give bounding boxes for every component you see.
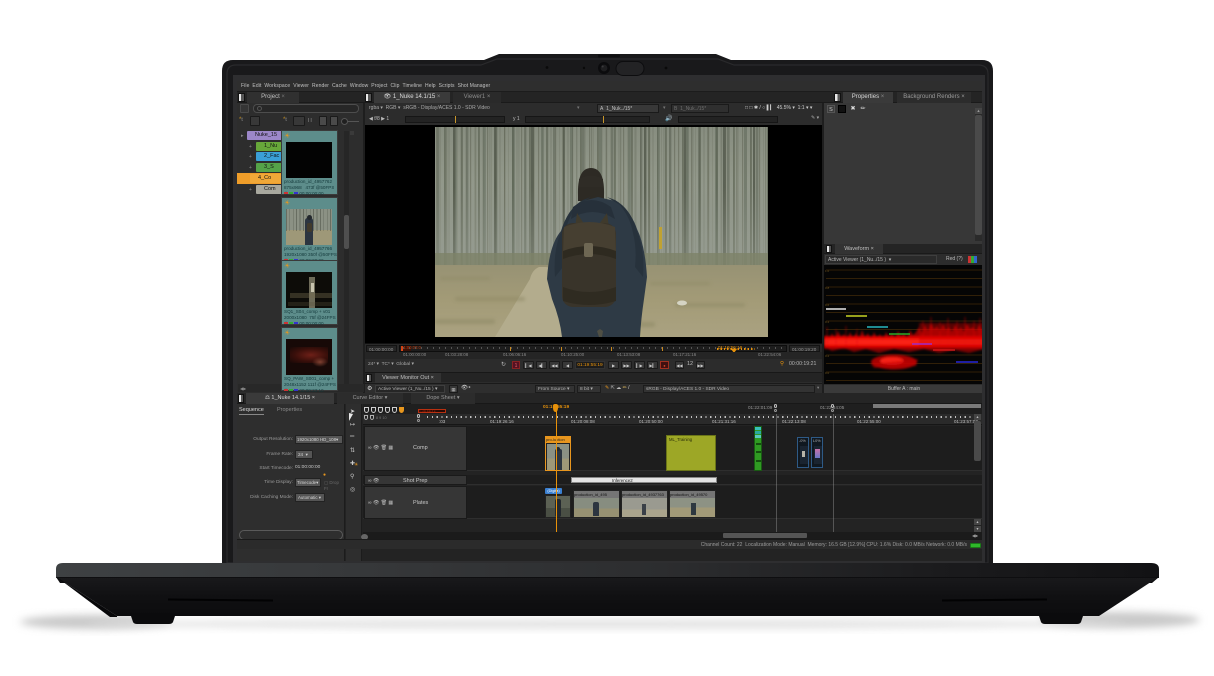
svg-text:0.2: 0.2 (825, 354, 830, 358)
svg-text:0.4: 0.4 (825, 320, 830, 324)
svg-text:1.0: 1.0 (825, 269, 830, 273)
svg-text:0.8: 0.8 (825, 286, 830, 290)
svg-text:0.0: 0.0 (825, 371, 830, 375)
svg-text:0.6: 0.6 (825, 303, 830, 307)
